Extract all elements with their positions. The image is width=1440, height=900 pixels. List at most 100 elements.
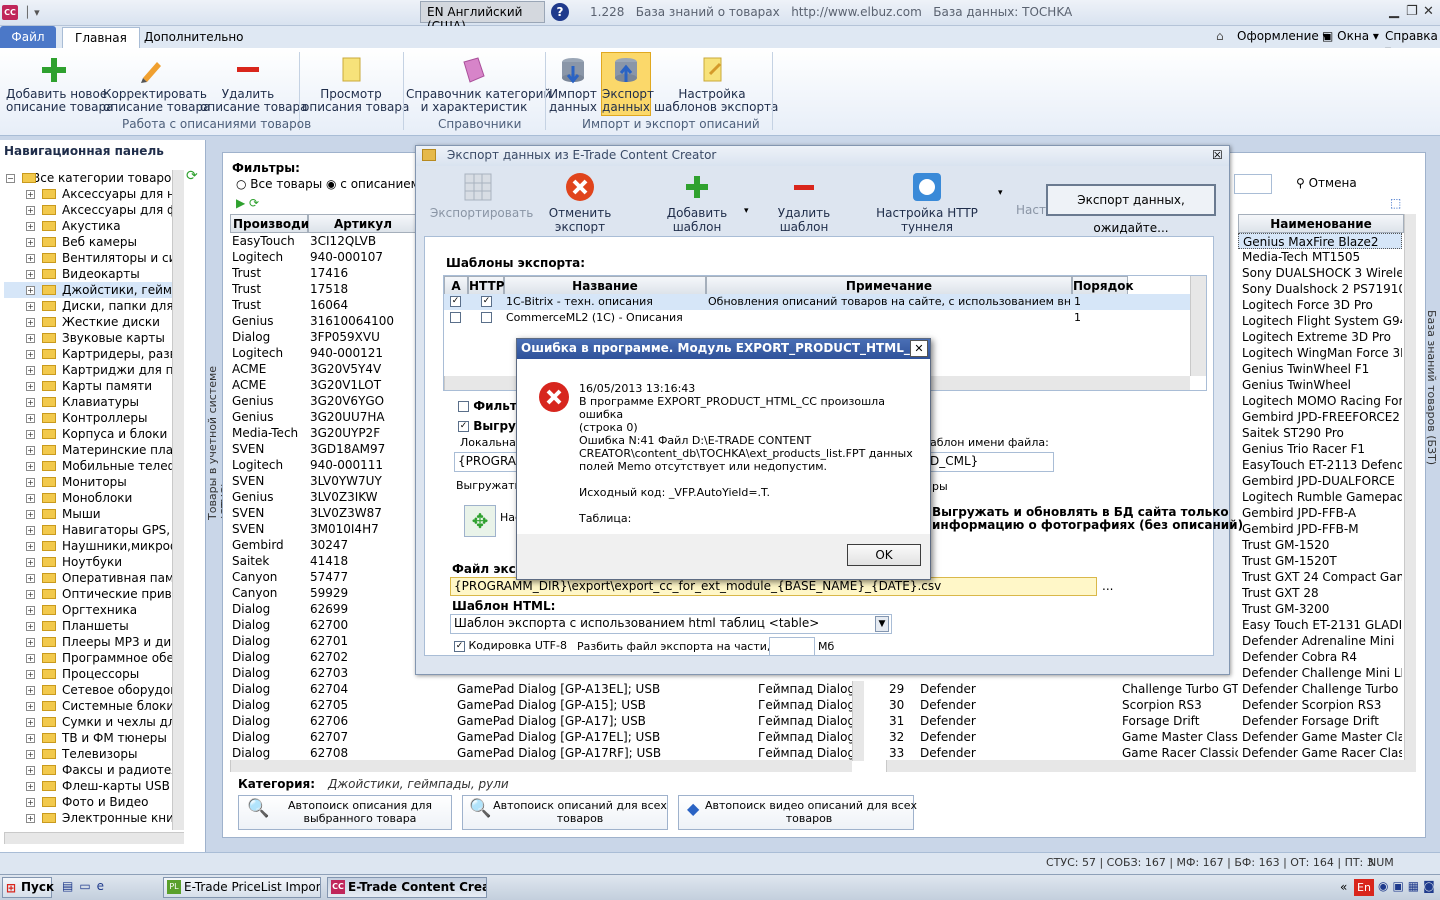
table-row[interactable]: EasyTouch ET-2113 Defender bbox=[1238, 457, 1402, 473]
tree-item[interactable]: + Картриджи для пр bbox=[4, 362, 172, 378]
table-row[interactable]: Logitech MOMO Racing Force Fee bbox=[1238, 393, 1402, 409]
products-grid-mid[interactable]: GamePad Dialog [GP-A13EL]; USB Геймпад Di… bbox=[456, 681, 852, 761]
table-row[interactable]: Defender Scorpion RS3 bbox=[1238, 697, 1402, 713]
tree-item[interactable]: + Оптические приво bbox=[4, 586, 172, 602]
table-row[interactable]: Sony DUALSHOCK 3 Wireless Cor bbox=[1238, 265, 1402, 281]
expand-icon[interactable]: + bbox=[26, 574, 35, 583]
column-header-name[interactable]: Наименование bbox=[1238, 214, 1404, 233]
filter-radio-group[interactable]: ○ Все товары ◉ с описанием ○ bbox=[236, 177, 434, 191]
column-header-http[interactable]: HTTP bbox=[468, 276, 504, 295]
table-row[interactable]: Trust 16064 bbox=[230, 297, 418, 313]
column-header-a[interactable]: A bbox=[444, 276, 468, 295]
tree-item[interactable]: + Веб камеры bbox=[4, 234, 172, 250]
tree-item[interactable]: + Оргтехника bbox=[4, 602, 172, 618]
expand-icon[interactable]: + bbox=[26, 446, 35, 455]
table-row[interactable]: Gembird 30247 bbox=[230, 537, 418, 553]
http-tunnel-button[interactable]: Настройка HTTP туннеля bbox=[860, 172, 994, 234]
export-button[interactable]: Экспорт данных bbox=[601, 52, 654, 116]
table-row[interactable]: SVEN 3LV0Z3W87 bbox=[230, 505, 418, 521]
tab-extra[interactable]: Дополнительно bbox=[132, 27, 256, 48]
tree-item[interactable]: + Джойстики, геймп bbox=[4, 282, 172, 298]
expand-icon[interactable]: + bbox=[26, 334, 35, 343]
expand-icon[interactable]: + bbox=[26, 510, 35, 519]
chevron-down-icon[interactable]: ▾ bbox=[744, 206, 749, 216]
settings-more-button[interactable]: Наст bbox=[1016, 203, 1046, 217]
expand-icon[interactable]: + bbox=[26, 718, 35, 727]
tree-item[interactable]: + Диски, папки для С bbox=[4, 298, 172, 314]
table-row[interactable]: 29 Defender Challenge Turbo GT bbox=[886, 681, 1238, 697]
language-indicator[interactable]: En bbox=[1354, 879, 1374, 896]
filter-with-description[interactable]: с описанием bbox=[340, 177, 419, 191]
tree-item[interactable]: + Флеш-карты USB bbox=[4, 778, 172, 794]
table-row[interactable]: Gembird JPD-DUALFORCE bbox=[1238, 473, 1402, 489]
quicklaunch-icons[interactable]: ▤▭e bbox=[62, 879, 110, 893]
filename-template-field[interactable]: D_CML} bbox=[926, 452, 1054, 472]
template-row[interactable]: ✓ ✓ 1C-Bitrix - техн. описания Обновлени… bbox=[444, 294, 1190, 310]
table-row[interactable]: Defender Forsage Drift bbox=[1238, 713, 1402, 729]
knowledge-grid[interactable]: Genius MaxFire Blaze2 Media-Tech MT1505 So… bbox=[1238, 233, 1402, 761]
table-row[interactable]: 33 Defender Game Racer Classic bbox=[886, 745, 1238, 761]
tree-item[interactable]: + Процессоры bbox=[4, 666, 172, 682]
expand-icon[interactable]: + bbox=[26, 366, 35, 375]
expand-icon[interactable]: + bbox=[26, 670, 35, 679]
expand-icon[interactable]: + bbox=[26, 398, 35, 407]
expand-icon[interactable]: + bbox=[26, 318, 35, 327]
table-row[interactable]: Dialog 62702 bbox=[230, 649, 418, 665]
table-row[interactable]: 30 Defender Scorpion RS3 bbox=[886, 697, 1238, 713]
export-grid-icon[interactable]: ⬚ bbox=[1390, 196, 1401, 210]
tree-item[interactable]: + Клавиатуры bbox=[4, 394, 172, 410]
close-icon[interactable]: ✕ bbox=[1423, 4, 1434, 19]
table-row[interactable]: Genius 3G20V6YGO bbox=[230, 393, 418, 409]
table-row[interactable]: Media-Tech MT1505 bbox=[1238, 249, 1402, 265]
tree-item[interactable]: + Фото и Видео bbox=[4, 794, 172, 810]
split-size-field[interactable] bbox=[769, 637, 815, 656]
table-row[interactable]: Dialog 62708 bbox=[230, 745, 418, 761]
expand-icon[interactable]: + bbox=[26, 750, 35, 759]
import-button[interactable]: Импорт данных bbox=[548, 56, 598, 114]
table-row[interactable]: Trust GXT 28 bbox=[1238, 585, 1402, 601]
table-row[interactable]: Gembird JPD-FREEFORCE2 bbox=[1238, 409, 1402, 425]
expand-icon[interactable]: + bbox=[26, 686, 35, 695]
refresh-icon[interactable]: ⟳ bbox=[186, 168, 198, 184]
table-row[interactable]: Gembird JPD-FFB-A bbox=[1238, 505, 1402, 521]
table-row[interactable]: Logitech Extreme 3D Pro bbox=[1238, 329, 1402, 345]
expand-icon[interactable]: + bbox=[26, 702, 35, 711]
expand-icon[interactable]: + bbox=[26, 414, 35, 423]
table-row[interactable]: Dialog 62705 bbox=[230, 697, 418, 713]
tree-item[interactable]: + ТВ и ФМ тюнеры bbox=[4, 730, 172, 746]
table-row[interactable]: SVEN 3LV0YW7UY bbox=[230, 473, 418, 489]
view-description-button[interactable]: Просмотр описания товара bbox=[302, 56, 409, 114]
table-row[interactable]: Dialog 62706 bbox=[230, 713, 418, 729]
expand-icon[interactable]: + bbox=[26, 606, 35, 615]
table-row[interactable]: Genius 3G20UU7HA bbox=[230, 409, 418, 425]
tab-main[interactable]: Главная bbox=[62, 27, 140, 48]
templates-vscrollbar[interactable] bbox=[1190, 276, 1206, 376]
menu-window[interactable]: ▣ Окна ▾ bbox=[1322, 29, 1379, 43]
tree-item[interactable]: + Моноблоки bbox=[4, 490, 172, 506]
autosearch-selected-button[interactable]: 🔍 Автопоиск описания для выбранного товар… bbox=[238, 795, 452, 830]
settings-icon[interactable]: ✥ bbox=[464, 505, 496, 537]
expand-icon[interactable]: + bbox=[26, 782, 35, 791]
table-row[interactable]: Trust GM-1520 bbox=[1238, 537, 1402, 553]
expand-icon[interactable]: + bbox=[26, 494, 35, 503]
products-vscrollbar[interactable] bbox=[852, 681, 864, 761]
column-header-manufacturer[interactable]: Производите bbox=[230, 214, 324, 233]
knowledge-grid-left[interactable]: 29 Defender Challenge Turbo GT 30 Defender Sc… bbox=[886, 681, 1238, 761]
tree-item[interactable]: + Корпуса и блоки пи bbox=[4, 426, 172, 442]
table-row[interactable]: Genius 31610064100 bbox=[230, 313, 418, 329]
table-row[interactable]: Logitech 940-000111 bbox=[230, 457, 418, 473]
edit-description-button[interactable]: Корректировать описание товара bbox=[103, 56, 211, 114]
expand-icon[interactable]: + bbox=[26, 350, 35, 359]
tray-expand-icon[interactable]: « bbox=[1340, 880, 1347, 894]
tree-item[interactable]: + Материнские плат bbox=[4, 442, 172, 458]
app-icon[interactable]: CC bbox=[2, 5, 18, 20]
upload-photos-option[interactable]: Выгружать и обновлять в БД сайта только … bbox=[932, 506, 1243, 532]
table-row[interactable]: Trust 17518 bbox=[230, 281, 418, 297]
help-icon[interactable]: ? bbox=[551, 3, 569, 21]
table-row[interactable]: Trust GXT 24 Compact Gamepad bbox=[1238, 569, 1402, 585]
table-row[interactable]: Defender Challenge Turbo GT bbox=[1238, 681, 1402, 697]
delete-template-button[interactable]: Удалить шаблон bbox=[758, 172, 850, 234]
expand-icon[interactable]: + bbox=[26, 254, 35, 263]
table-row[interactable]: Defender Game Racer Classic bbox=[1238, 745, 1402, 761]
tree-item[interactable]: + Мониторы bbox=[4, 474, 172, 490]
